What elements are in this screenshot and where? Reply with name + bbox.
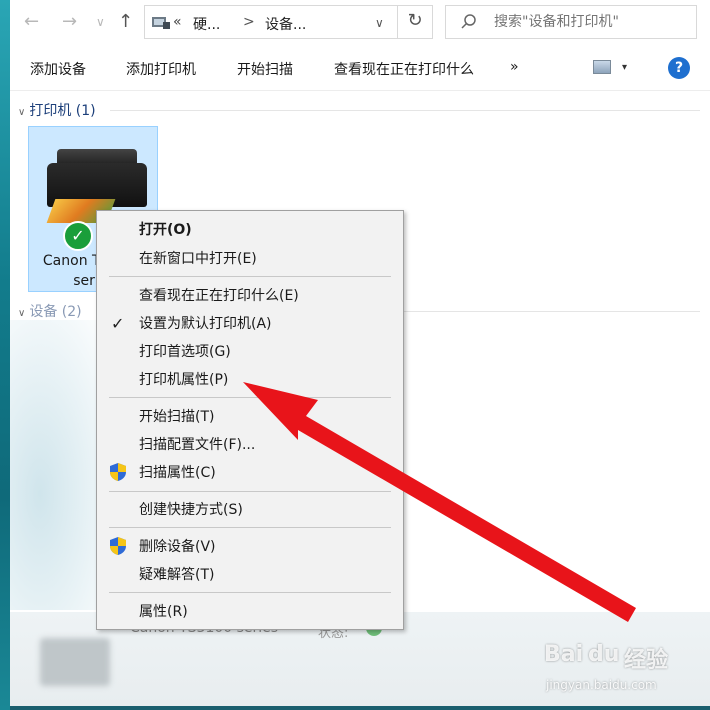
see-whats-printing-button[interactable]: 查看现在正在打印什么	[334, 59, 474, 79]
menu-printing-preferences[interactable]: 打印首选项(G)	[139, 342, 231, 362]
up-button[interactable]: ↑	[118, 11, 133, 33]
crumb-hardware[interactable]: 硬...	[193, 14, 220, 34]
menu-printer-properties[interactable]: 打印机属性(P)	[139, 370, 228, 390]
menu-separator	[109, 527, 391, 528]
context-menu: 打开(O) 在新窗口中打开(E) 查看现在正在打印什么(E) ✓ 设置为默认打印…	[96, 210, 404, 630]
recent-locations-dropdown[interactable]: ∨	[96, 11, 105, 33]
group-divider	[110, 110, 700, 111]
devices-group-header[interactable]: ∨ 设备 (2)	[18, 301, 82, 321]
search-icon	[461, 14, 476, 29]
crumb-devices[interactable]: 设备...	[265, 14, 306, 34]
watermark-url: jingyan.baidu.com	[546, 678, 657, 692]
change-view-icon[interactable]	[593, 60, 611, 74]
chevron-down-icon: ∨	[18, 308, 26, 319]
menu-scan-profiles[interactable]: 扫描配置文件(F)...	[139, 435, 255, 455]
help-button[interactable]: ?	[668, 57, 690, 79]
blurred-device-area	[10, 320, 110, 610]
search-input[interactable]	[494, 12, 690, 32]
menu-remove-device[interactable]: 删除设备(V)	[139, 537, 216, 557]
watermark-suffix: 经验	[624, 648, 669, 673]
command-bar: 添加设备 添加打印机 开始扫描 查看现在正在打印什么 » ▾ ?	[10, 46, 710, 91]
control-panel-icon	[152, 17, 170, 29]
uac-shield-icon	[110, 463, 126, 481]
address-bar: ← → ∨ ↑ « 硬... > 设备... ∨ ↻	[10, 0, 710, 46]
watermark-brand: Bai	[544, 642, 584, 667]
details-printer-thumbnail	[40, 638, 110, 686]
more-commands-button[interactable]: »	[510, 59, 519, 75]
menu-separator	[109, 397, 391, 398]
add-device-button[interactable]: 添加设备	[30, 59, 86, 79]
watermark-paw: du	[588, 642, 620, 667]
back-button[interactable]: ←	[24, 11, 39, 33]
menu-properties[interactable]: 属性(R)	[139, 602, 188, 622]
start-scan-button[interactable]: 开始扫描	[237, 59, 293, 79]
devices-group-label: 设备 (2)	[29, 304, 82, 320]
uac-shield-icon	[110, 537, 126, 555]
menu-set-default-printer[interactable]: 设置为默认打印机(A)	[139, 314, 272, 334]
menu-scan-properties[interactable]: 扫描属性(C)	[139, 463, 216, 483]
menu-separator	[109, 276, 391, 277]
desktop-background	[0, 0, 10, 710]
menu-open-new-window[interactable]: 在新窗口中打开(E)	[139, 249, 257, 269]
menu-open[interactable]: 打开(O)	[139, 220, 192, 240]
menu-separator	[109, 491, 391, 492]
crumb-separator[interactable]: >	[243, 14, 255, 30]
baidu-watermark: Bai du 经验 jingyan.baidu.com	[540, 636, 700, 698]
menu-troubleshoot[interactable]: 疑难解答(T)	[139, 565, 214, 585]
forward-button[interactable]: →	[62, 11, 77, 33]
menu-separator	[109, 592, 391, 593]
checkmark-icon: ✓	[111, 314, 125, 333]
menu-start-scan[interactable]: 开始扫描(T)	[139, 407, 214, 427]
refresh-button[interactable]: ↻	[397, 5, 433, 39]
search-box[interactable]	[445, 5, 697, 39]
crumb-overflow[interactable]: «	[173, 14, 182, 30]
printers-group-label: 打印机 (1)	[29, 103, 96, 119]
chevron-down-icon: ∨	[18, 107, 26, 118]
menu-see-whats-printing[interactable]: 查看现在正在打印什么(E)	[139, 286, 299, 306]
add-printer-button[interactable]: 添加打印机	[126, 59, 196, 79]
address-field[interactable]: « 硬... > 设备... ∨	[144, 5, 398, 39]
menu-create-shortcut[interactable]: 创建快捷方式(S)	[139, 500, 243, 520]
printers-group-header[interactable]: ∨ 打印机 (1)	[18, 100, 96, 120]
default-printer-check-icon: ✓	[63, 221, 93, 251]
address-dropdown-button[interactable]: ∨	[375, 16, 384, 30]
view-options-dropdown[interactable]: ▾	[622, 62, 627, 73]
